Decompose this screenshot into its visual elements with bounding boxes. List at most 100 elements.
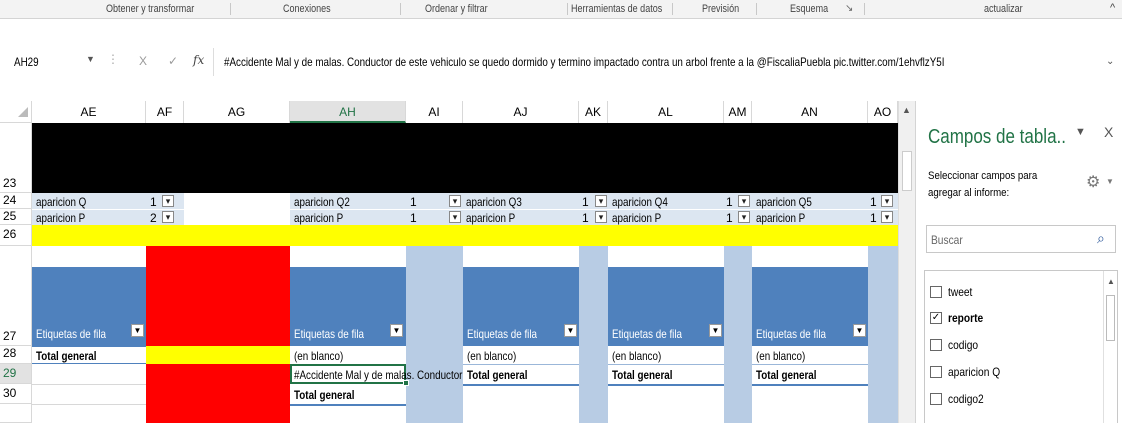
filter-icon[interactable]: ▾ (738, 211, 750, 223)
black-band (32, 123, 898, 193)
row-divider (32, 209, 898, 210)
pane-options-dropdown-icon[interactable]: ▼ (1075, 126, 1086, 138)
vertical-scrollbar[interactable]: ▲ (898, 101, 915, 423)
row-header-29[interactable]: 29 (0, 364, 32, 384)
row-labels-dropdown-icon[interactable]: ▼ (131, 324, 144, 337)
pane-close-icon[interactable]: X (1104, 124, 1113, 140)
formula-bar-splitter-icon[interactable]: ⋮ (107, 52, 119, 66)
search-placeholder: Buscar (931, 233, 963, 247)
field-checkbox-reporte[interactable]: ✓ (930, 312, 942, 324)
column-header-ae[interactable]: AE (32, 101, 146, 123)
filter-value-aj-24: 1 (582, 195, 589, 209)
total-general-an: Total general (756, 368, 817, 382)
light-blue-column-ai (406, 246, 463, 423)
row-labels-dropdown-icon[interactable]: ▼ (390, 324, 403, 337)
red-block-lower (146, 364, 290, 423)
field-list-scroll-thumb[interactable] (1106, 295, 1115, 341)
ribbon-separator (672, 3, 673, 15)
field-label-aparicion-q[interactable]: aparicion Q (948, 365, 1000, 379)
column-header-am[interactable]: AM (724, 101, 752, 123)
pane-title: Campos de tabla.. (928, 126, 1066, 148)
filter-icon[interactable]: ▾ (162, 195, 174, 207)
field-list-scrollbar[interactable]: ▲ (1103, 271, 1117, 423)
cancel-icon[interactable]: X (139, 54, 147, 68)
row-header-28[interactable]: 28 (0, 346, 32, 364)
column-header-ak[interactable]: AK (579, 101, 608, 123)
divider (463, 364, 579, 365)
row-header-25[interactable]: 25 (0, 209, 32, 225)
row-header-26[interactable]: 26 (0, 225, 32, 246)
ribbon-group-get-transform: Obtener y transformar (106, 3, 195, 15)
column-header-ao[interactable]: AO (868, 101, 898, 123)
filter-icon[interactable]: ▾ (162, 211, 174, 223)
row-labels-header-ae: Etiquetas de fila (36, 327, 107, 341)
yellow-band (32, 225, 898, 246)
select-all-corner[interactable] (0, 101, 32, 123)
filter-icon[interactable]: ▾ (595, 195, 607, 207)
formula-input[interactable]: #Accidente Mal y de malas. Conductor de … (224, 55, 946, 69)
field-checkbox-tweet[interactable] (930, 286, 942, 298)
total-general-aj: Total general (467, 368, 528, 382)
row-header-31[interactable] (0, 404, 32, 423)
name-box-value: AH29 (14, 55, 39, 69)
filter-icon[interactable]: ▾ (449, 195, 461, 207)
column-header-af[interactable]: AF (146, 101, 184, 123)
enter-icon[interactable]: ✓ (168, 54, 178, 68)
red-block (146, 246, 290, 346)
filter-label-al-25: aparicion P (612, 211, 662, 225)
filter-value-ah-24: 1 (410, 195, 417, 209)
scroll-up-icon[interactable]: ▲ (902, 105, 911, 115)
divider (752, 364, 868, 365)
filter-label-ah-25: aparicion P (294, 211, 344, 225)
ribbon-separator (230, 3, 231, 15)
field-checkbox-codigo[interactable] (930, 339, 942, 351)
blank-an: (en blanco) (756, 349, 806, 363)
divider (463, 384, 579, 386)
ribbon-separator (400, 3, 401, 15)
scrollbar-thumb[interactable] (902, 151, 912, 191)
ribbon-group-sort-filter: Ordenar y filtrar (425, 3, 488, 15)
collapse-ribbon-icon[interactable]: ^ (1110, 2, 1115, 14)
expand-formula-bar-icon[interactable]: ⌄ (1106, 56, 1114, 67)
field-label-codigo[interactable]: codigo (948, 338, 978, 352)
column-header-aj[interactable]: AJ (463, 101, 579, 123)
filter-icon[interactable]: ▾ (881, 211, 893, 223)
name-box-dropdown-icon[interactable]: ▼ (86, 54, 95, 64)
filter-value-an-25: 1 (870, 211, 877, 225)
field-label-codigo2[interactable]: codigo2 (948, 392, 984, 406)
row-header-30[interactable]: 30 (0, 384, 32, 404)
filter-icon[interactable]: ▾ (449, 211, 461, 223)
row-labels-header-ah: Etiquetas de fila (294, 327, 365, 341)
insert-function-icon[interactable]: fx (193, 53, 204, 67)
gear-dropdown-icon[interactable]: ▼ (1106, 177, 1114, 186)
row-header-23[interactable]: 23 (0, 123, 32, 193)
column-header-ai[interactable]: AI (406, 101, 463, 123)
field-checkbox-aparicion-q[interactable] (930, 366, 942, 378)
dialog-launcher-icon[interactable]: ↘ (845, 3, 853, 14)
field-checkbox-codigo2[interactable] (930, 393, 942, 405)
filter-icon[interactable]: ▾ (881, 195, 893, 207)
field-label-tweet[interactable]: tweet (948, 285, 972, 299)
row-header-24[interactable]: 24 (0, 193, 32, 209)
filter-icon[interactable]: ▾ (595, 211, 607, 223)
filter-value-an-24: 1 (870, 195, 877, 209)
field-label-reporte[interactable]: reporte (948, 311, 983, 325)
gear-icon[interactable]: ⚙ (1086, 172, 1100, 192)
total-general-ae: Total general (36, 349, 97, 363)
row-labels-dropdown-icon[interactable]: ▼ (853, 324, 866, 337)
scroll-up-icon[interactable]: ▲ (1107, 277, 1115, 286)
filter-icon[interactable]: ▾ (738, 195, 750, 207)
row-header-27[interactable]: 27 (0, 246, 32, 346)
column-header-ag[interactable]: AG (184, 101, 290, 123)
filter-value-aj-25: 1 (582, 211, 589, 225)
ribbon-group-outline: Esquema (790, 3, 829, 15)
column-header-al[interactable]: AL (608, 101, 724, 123)
row-labels-dropdown-icon[interactable]: ▼ (564, 324, 577, 337)
column-header-an[interactable]: AN (752, 101, 868, 123)
column-header-ah[interactable]: AH (290, 101, 406, 123)
row-labels-dropdown-icon[interactable]: ▼ (709, 324, 722, 337)
ribbon-separator (756, 3, 757, 15)
filter-value-ae-25: 2 (150, 211, 157, 225)
field-search-input[interactable]: Buscar ⌕ (926, 225, 1116, 253)
search-icon[interactable]: ⌕ (1097, 230, 1105, 247)
